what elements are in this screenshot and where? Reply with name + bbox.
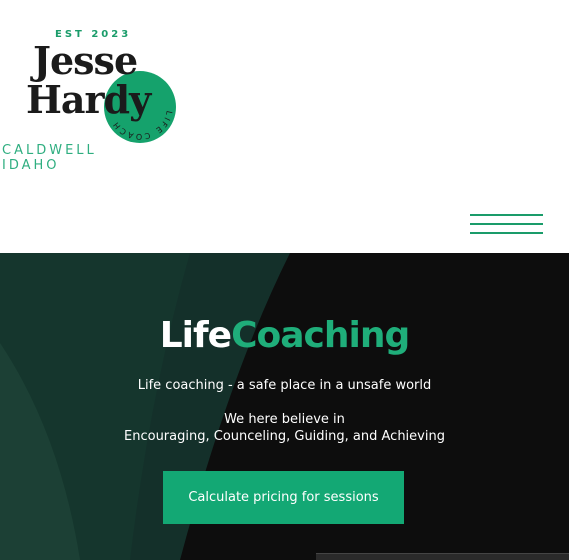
site-logo[interactable]: EST 2023 LIFE COACH Jesse Hardy CALDWELL… bbox=[0, 0, 200, 180]
logo-first-name: Jesse bbox=[33, 38, 138, 83]
hamburger-menu-icon[interactable] bbox=[470, 212, 543, 236]
logo-last-name: Hardy bbox=[26, 77, 151, 122]
menu-line bbox=[470, 214, 543, 216]
bottom-overlay-bar bbox=[316, 553, 569, 560]
hero-title: LifeCoaching bbox=[0, 315, 569, 356]
calculate-pricing-button[interactable]: Calculate pricing for sessions bbox=[163, 471, 404, 524]
hero-belief-line2: Encouraging, Counceling, Guiding, and Ac… bbox=[124, 429, 445, 444]
menu-line bbox=[470, 232, 543, 234]
hero-section: LifeCoaching Life coaching - a safe plac… bbox=[0, 253, 569, 560]
menu-line bbox=[470, 223, 543, 225]
hero-tagline: Life coaching - a safe place in a unsafe… bbox=[137, 378, 432, 393]
site-header: EST 2023 LIFE COACH Jesse Hardy CALDWELL… bbox=[0, 0, 569, 253]
hero-title-part1: Life bbox=[159, 315, 232, 356]
logo-state: IDAHO bbox=[2, 158, 60, 173]
logo-city: CALDWELL bbox=[2, 143, 97, 158]
hero-title-part2: Coaching bbox=[231, 315, 410, 356]
hero-belief-line1: We here believe in bbox=[224, 412, 345, 427]
